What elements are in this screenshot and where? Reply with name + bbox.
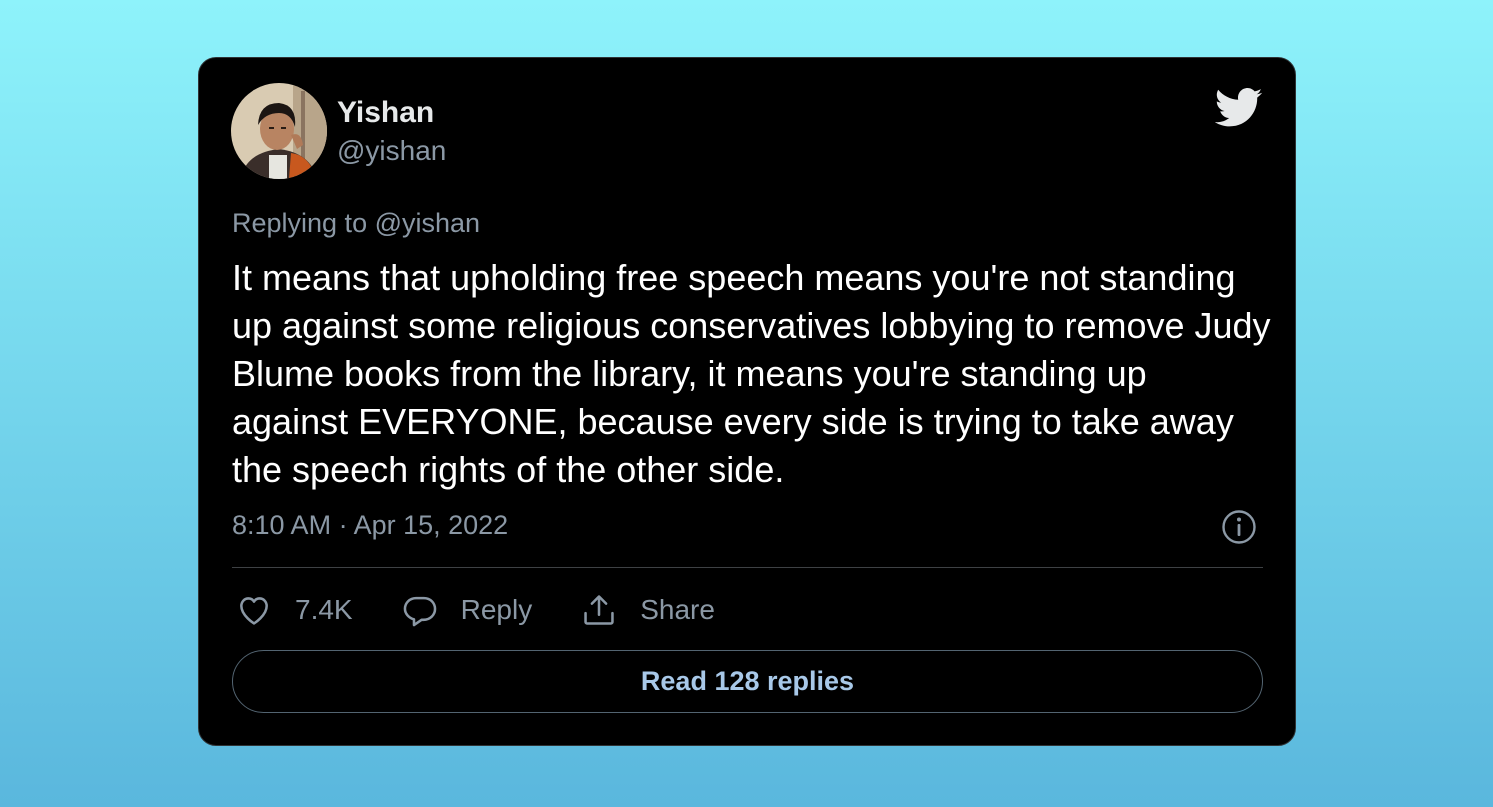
share-icon: [584, 595, 614, 625]
speech-bubble-icon: [403, 596, 436, 627]
like-button[interactable]: 7.4K: [235, 591, 353, 629]
divider: [232, 567, 1263, 568]
heart-icon: [240, 597, 268, 625]
avatar[interactable]: [231, 83, 327, 179]
author-handle[interactable]: @yishan: [337, 135, 446, 167]
author-display-name[interactable]: Yishan: [337, 96, 434, 130]
share-button[interactable]: Share: [580, 591, 715, 629]
read-replies-button[interactable]: Read 128 replies: [232, 650, 1263, 713]
reply-button[interactable]: Reply: [401, 591, 533, 629]
tweet-timestamp[interactable]: 8:10 AM · Apr 15, 2022: [232, 510, 508, 541]
reply-label: Reply: [460, 594, 533, 625]
tweet-card: Yishan @yishan Replying to @yishan It me…: [198, 57, 1296, 746]
tweet-text: It means that upholding free speech mean…: [232, 257, 1271, 490]
replying-to: Replying to @yishan: [232, 208, 481, 238]
like-count: 7.4K: [295, 594, 353, 625]
action-bar: 7.4K Reply Share: [235, 590, 763, 630]
twitter-bird-icon[interactable]: [1214, 88, 1263, 128]
share-label: Share: [640, 594, 715, 625]
avatar-image: [231, 83, 327, 179]
info-icon[interactable]: [1221, 509, 1257, 545]
